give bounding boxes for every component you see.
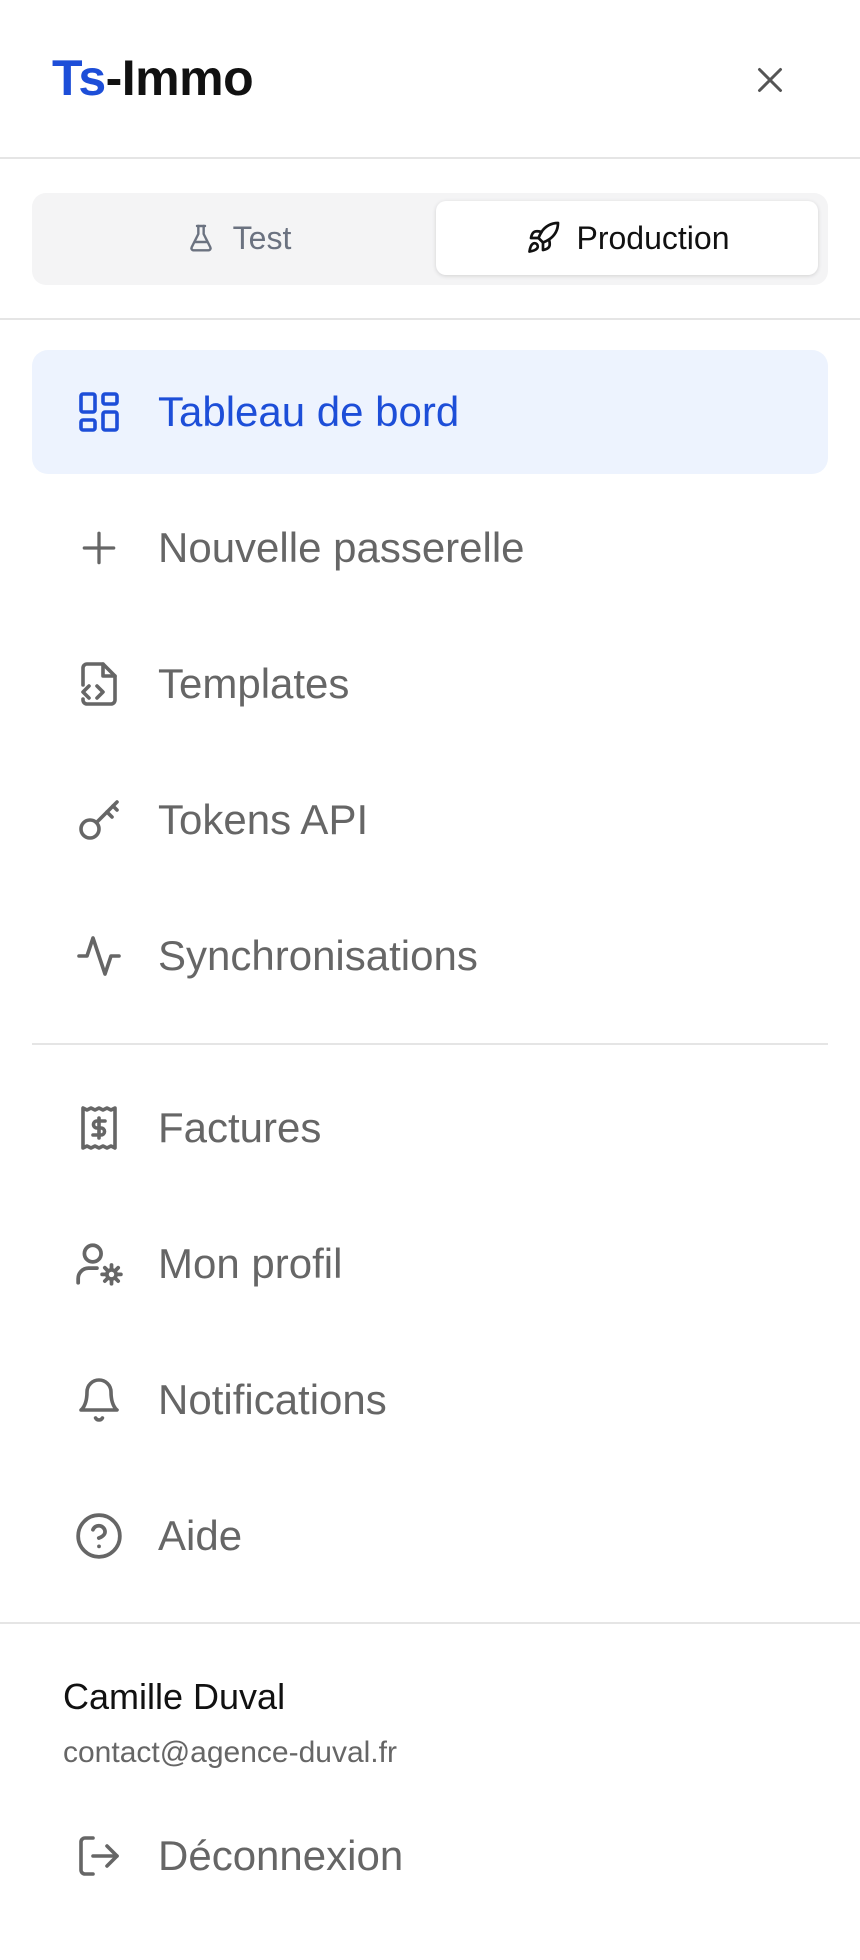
help-circle-icon [74, 1511, 124, 1561]
environment-section: Test Production [0, 159, 860, 320]
plus-icon [74, 523, 124, 573]
logout-label: Déconnexion [158, 1832, 404, 1879]
nav-label-invoices: Factures [158, 1104, 322, 1151]
env-test-button[interactable]: Test [40, 201, 436, 275]
dashboard-icon [74, 387, 124, 437]
nav-label-profile: Mon profil [158, 1240, 343, 1287]
nav-item-api-tokens[interactable]: Tokens API [32, 758, 828, 882]
flask-icon [185, 220, 217, 256]
environment-toggle: Test Production [32, 193, 828, 285]
nav-item-notifications[interactable]: Notifications [32, 1338, 828, 1462]
nav-item-profile[interactable]: Mon profil [32, 1202, 828, 1326]
env-production-button[interactable]: Production [436, 201, 818, 275]
nav-label-synchronisations: Synchronisations [158, 932, 478, 979]
env-test-label: Test [232, 219, 292, 256]
nav-item-templates[interactable]: Templates [32, 622, 828, 746]
nav-item-invoices[interactable]: Factures [32, 1066, 828, 1190]
logout-icon [74, 1831, 124, 1881]
brand-logo[interactable]: Ts-Immo [52, 48, 254, 108]
activity-icon [74, 931, 124, 981]
logout-button[interactable]: Déconnexion [32, 1800, 828, 1912]
nav-item-dashboard[interactable]: Tableau de bord [32, 350, 828, 474]
nav-item-synchronisations[interactable]: Synchronisations [32, 894, 828, 1018]
close-icon [752, 62, 788, 98]
nav-label-dashboard: Tableau de bord [158, 388, 460, 435]
nav-item-new-gateway[interactable]: Nouvelle passerelle [32, 486, 828, 610]
key-icon [74, 795, 124, 845]
secondary-navigation: Factures Mon profil Notifications Aide [32, 1066, 828, 1610]
brand-suffix: -Immo [105, 50, 254, 106]
user-email: contact@agence-duval.fr [63, 1736, 397, 1769]
rocket-icon [525, 220, 561, 256]
main-navigation: Tableau de bord Nouvelle passerelle Temp… [32, 350, 828, 1030]
nav-label-api-tokens: Tokens API [158, 796, 369, 843]
nav-label-notifications: Notifications [158, 1376, 387, 1423]
nav-label-new-gateway: Nouvelle passerelle [158, 524, 525, 571]
nav-item-help[interactable]: Aide [32, 1474, 828, 1598]
user-settings-icon [74, 1239, 124, 1289]
sidebar-header: Ts-Immo [0, 0, 860, 159]
nav-divider [32, 1043, 828, 1045]
nav-label-templates: Templates [158, 660, 350, 707]
sidebar-footer: Camille Duval contact@agence-duval.fr Dé… [0, 1622, 860, 1960]
brand-prefix: Ts [52, 50, 106, 106]
file-code-icon [74, 659, 124, 709]
env-production-label: Production [576, 219, 730, 256]
bell-icon [74, 1375, 124, 1425]
close-button[interactable] [740, 50, 800, 110]
user-name: Camille Duval [63, 1676, 286, 1717]
receipt-icon [74, 1103, 124, 1153]
nav-label-help: Aide [158, 1512, 243, 1559]
